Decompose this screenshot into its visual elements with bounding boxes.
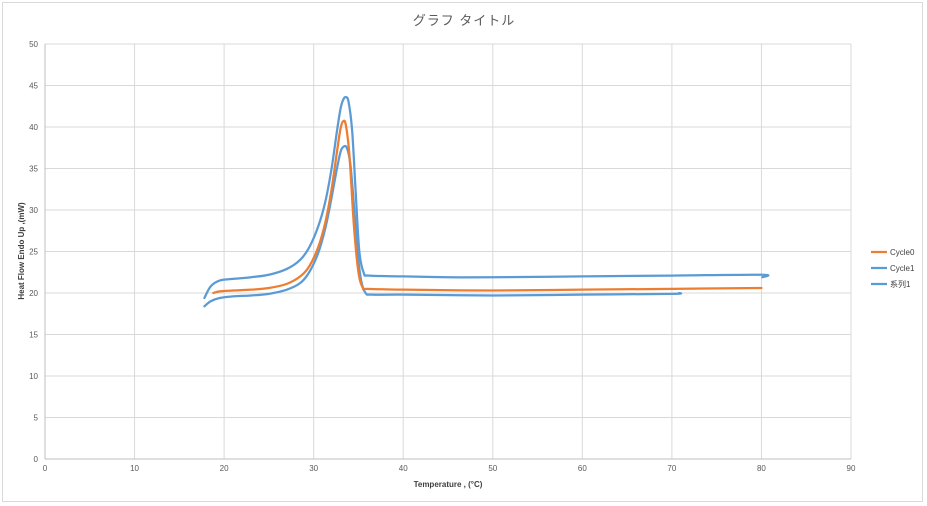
legend-label-0: Cycle0 (890, 248, 915, 257)
y-tick-label: 35 (29, 165, 38, 174)
gridlines (45, 43, 852, 459)
series-line-2 (203, 144, 683, 308)
y-tick-label: 15 (29, 331, 38, 340)
tick-labels: 0 5 10 15 20 25 30 35 40 45 50 0 10 20 30 40 50 60 70 80 90 (29, 40, 856, 473)
y-tick-label: 40 (29, 123, 38, 132)
x-tick-label: 70 (667, 464, 676, 473)
line-chart: 051015202530354045500 10 20 30 40 50 60 70 80 90 … (17, 13, 915, 489)
legend: Cycle0 Cycle1 系列1 (871, 248, 915, 289)
y-tick-label: 10 (29, 372, 38, 381)
y-axis-label: Heat Flow Endo Up ,(mW) (17, 202, 26, 300)
y-tick-label: 30 (29, 206, 38, 215)
x-tick-label: 0 (43, 464, 48, 473)
x-tick-label: 80 (757, 464, 766, 473)
x-tick-label: 50 (488, 464, 497, 473)
y-tick-label: 50 (29, 40, 38, 49)
x-axis-label: Temperature , (°C) (414, 480, 483, 489)
x-tick-label: 20 (220, 464, 229, 473)
y-tick-label: 45 (29, 82, 38, 91)
y-tick-label: 25 (29, 248, 38, 257)
legend-label-2: 系列1 (890, 279, 911, 289)
legend-label-1: Cycle1 (890, 264, 915, 273)
x-tick-label: 10 (130, 464, 139, 473)
y-tick-label: 5 (34, 414, 39, 423)
y-tick-label: 20 (29, 289, 38, 298)
y-tick-label: 0 (34, 455, 39, 464)
chart-title: グラフ タイトル (413, 13, 516, 28)
x-tick-label: 30 (309, 464, 318, 473)
x-tick-label: 40 (399, 464, 408, 473)
x-tick-label: 60 (578, 464, 587, 473)
series-lines (203, 95, 770, 308)
x-tick-label: 90 (847, 464, 856, 473)
series-line-0 (212, 119, 763, 295)
